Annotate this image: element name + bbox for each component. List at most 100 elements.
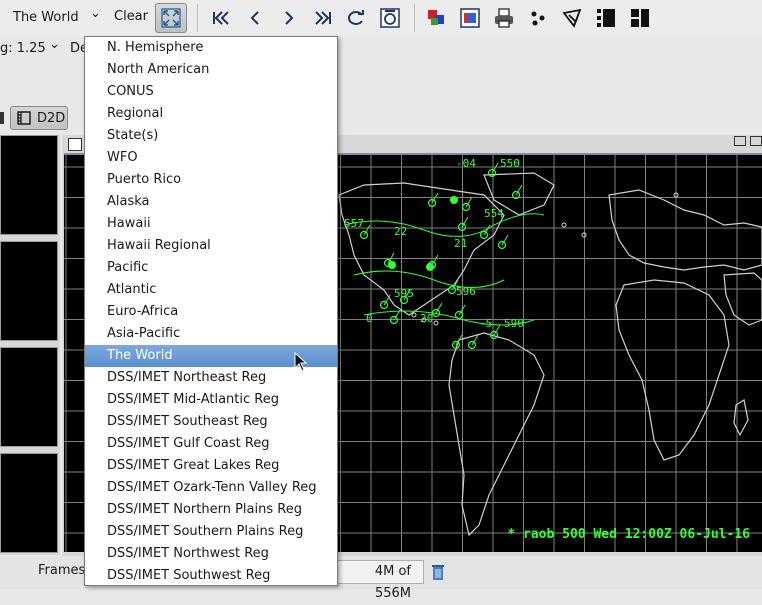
- panel-layout-button[interactable]: [591, 4, 621, 32]
- pane-menu-icon[interactable]: [68, 138, 82, 151]
- density-icon: [531, 11, 545, 26]
- scale-option[interactable]: State(s): [85, 125, 337, 147]
- last-frame-icon: [315, 11, 331, 25]
- station-label: 21: [454, 237, 467, 250]
- scale-option[interactable]: Atlantic: [85, 279, 337, 301]
- image-properties-icon: [428, 10, 444, 25]
- next-frame-button[interactable]: [274, 4, 304, 32]
- station-label: 0: [366, 312, 373, 325]
- next-frame-icon: [285, 11, 294, 25]
- d2d-label: D2D: [37, 110, 66, 126]
- island: [411, 312, 417, 318]
- island: [561, 222, 567, 228]
- station-marker-filled: [426, 263, 434, 271]
- scale-option[interactable]: Regional: [85, 103, 337, 125]
- main-toolbar: The World ⌄ Clear: [0, 0, 762, 36]
- minimize-pane-icon[interactable]: [734, 136, 746, 146]
- station-label: 554: [484, 207, 504, 220]
- coastline: [448, 332, 545, 537]
- panel-split-button[interactable]: [625, 4, 655, 32]
- thumbnail-pane[interactable]: [0, 453, 58, 553]
- scale-option[interactable]: WFO: [85, 147, 337, 169]
- first-frame-button[interactable]: [206, 4, 236, 32]
- panel-layout-icon: [597, 9, 615, 27]
- scale-option[interactable]: DSS/IMET Gulf Coast Reg: [85, 433, 337, 455]
- station-label: 20: [420, 312, 433, 325]
- station-label: 557: [344, 217, 364, 230]
- maximize-pane-icon[interactable]: [750, 136, 762, 146]
- scale-option[interactable]: Puerto Rico: [85, 169, 337, 191]
- scale-option[interactable]: Euro-Africa: [85, 301, 337, 323]
- fit-zoom-button[interactable]: [155, 3, 187, 33]
- coastline: [338, 182, 505, 316]
- scale-option[interactable]: Alaska: [85, 191, 337, 213]
- magnification-arrow-icon[interactable]: ⌄: [49, 37, 60, 52]
- last-frame-button[interactable]: [308, 4, 338, 32]
- scale-option[interactable]: N. Hemisphere: [85, 37, 337, 59]
- mouse-cursor-icon: [294, 352, 308, 372]
- time-options-button[interactable]: [375, 4, 405, 32]
- perspective-edge-icon: [0, 112, 4, 124]
- station-label: 595: [394, 287, 414, 300]
- coastline: [615, 279, 730, 461]
- scale-option[interactable]: DSS/IMET Northern Plains Reg: [85, 499, 337, 521]
- sample-button[interactable]: [557, 4, 587, 32]
- coastline: [733, 399, 749, 437]
- height-contour: [343, 213, 545, 237]
- sample-icon: [562, 8, 582, 28]
- station-label: -5: [479, 317, 492, 330]
- thumbnail-pane[interactable]: [0, 347, 58, 447]
- frames-label: Frames: [38, 563, 86, 578]
- scale-option[interactable]: Pacific: [85, 257, 337, 279]
- scale-dropdown-arrow-icon[interactable]: ⌄: [90, 6, 101, 21]
- scale-option[interactable]: DSS/IMET Southwest Reg: [85, 565, 337, 587]
- map-legend-caption: * raob 500 Wed 12:00Z 06-Jul-16: [507, 527, 750, 542]
- station-marker-filled: [388, 261, 396, 269]
- time-options-icon: [380, 8, 400, 28]
- loop-button[interactable]: [341, 4, 371, 32]
- coastline: [723, 272, 762, 326]
- scale-option[interactable]: DSS/IMET Northwest Reg: [85, 543, 337, 565]
- prev-frame-button[interactable]: [240, 4, 270, 32]
- d2d-perspective-button[interactable]: D2D: [10, 106, 68, 130]
- scale-option[interactable]: North American: [85, 59, 337, 81]
- station-label: 590: [504, 317, 524, 330]
- first-frame-icon: [213, 11, 229, 25]
- station-label: 22: [394, 225, 407, 238]
- scale-selector-label[interactable]: The World: [13, 10, 79, 25]
- scale-option[interactable]: Hawaii: [85, 213, 337, 235]
- scale-option[interactable]: DSS/IMET Southern Plains Reg: [85, 521, 337, 543]
- print-icon: [495, 8, 513, 28]
- loop-icon: [348, 10, 364, 25]
- thumbnail-pane[interactable]: [0, 135, 58, 235]
- station-marker-filled: [450, 196, 458, 204]
- color-table-icon: [460, 8, 480, 28]
- garbage-collect-button[interactable]: [430, 563, 446, 581]
- scale-option[interactable]: DSS/IMET Ozark-Tenn Valley Reg: [85, 477, 337, 499]
- toolbar-separator: [414, 4, 415, 32]
- memory-indicator: 4M of 556M: [336, 560, 424, 601]
- scale-option[interactable]: CONUS: [85, 81, 337, 103]
- print-button[interactable]: [489, 4, 519, 32]
- scale-option[interactable]: Asia-Pacific: [85, 323, 337, 345]
- image-properties-button[interactable]: [421, 4, 451, 32]
- fit-zoom-icon: [161, 8, 181, 28]
- prev-frame-icon: [250, 11, 259, 25]
- toolbar-separator: [197, 4, 198, 32]
- scale-option[interactable]: DSS/IMET Mid-Atlantic Reg: [85, 389, 337, 411]
- density-button[interactable]: [523, 4, 553, 32]
- scale-option[interactable]: Hawaii Regional: [85, 235, 337, 257]
- thumbnail-pane[interactable]: [0, 241, 58, 341]
- scale-option[interactable]: DSS/IMET Southeast Reg: [85, 411, 337, 433]
- scale-dropdown-menu: N. Hemisphere North American CONUS Regional…: [84, 36, 338, 586]
- panel-split-icon: [631, 9, 649, 27]
- clear-button[interactable]: Clear: [110, 5, 152, 29]
- station-label: 596: [456, 285, 476, 298]
- magnification-label[interactable]: g: 1.25: [0, 41, 46, 56]
- color-table-button[interactable]: [455, 4, 485, 32]
- d2d-icon: [17, 111, 31, 125]
- thumbnail-panels: [0, 135, 60, 555]
- station-label: 550: [500, 157, 520, 170]
- trash-icon: [432, 565, 444, 580]
- scale-option[interactable]: DSS/IMET Great Lakes Reg: [85, 455, 337, 477]
